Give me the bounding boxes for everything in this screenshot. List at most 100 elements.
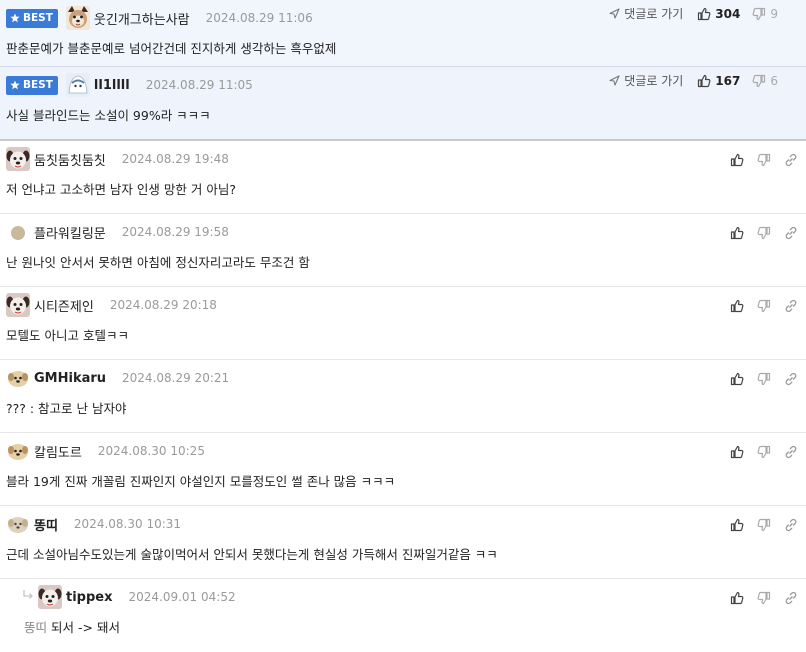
nickname[interactable]: GMHikaru — [34, 371, 106, 386]
nickname[interactable]: tippex — [66, 590, 112, 605]
thumbs-down-icon[interactable] — [757, 518, 771, 532]
nickname[interactable]: ll1llll — [94, 78, 130, 93]
best-actions: 댓글로 가기 167 6 — [609, 72, 778, 89]
thumbs-up-icon — [697, 7, 711, 21]
reply-item: tippex 2024.09.01 04:52 똥띠 되서 -> 돼서 — [0, 579, 806, 652]
like-count: 304 — [715, 6, 741, 21]
nickname[interactable]: 플라워킬링문 — [34, 223, 106, 242]
nickname[interactable]: 웃긴개그하는사람 — [94, 9, 190, 28]
best-actions: 댓글로 가기 304 9 — [609, 5, 778, 22]
comment-header: BEST ll1llll 2024.08.29 11:05 — [6, 73, 253, 97]
like-button[interactable]: 167 — [697, 74, 740, 88]
thumbs-down-icon[interactable] — [757, 445, 771, 459]
nickname[interactable]: 둠칫둠칫둠칫 — [34, 150, 106, 169]
avatar[interactable] — [6, 366, 30, 390]
reply-text: 되서 -> 돼서 — [51, 620, 120, 635]
comment-header: 둠칫둠칫둠칫 2024.08.29 19:48 — [6, 147, 229, 171]
nickname[interactable]: 칼림도르 — [34, 442, 82, 461]
avatar[interactable] — [65, 6, 90, 30]
best-badge-label: BEST — [23, 12, 53, 24]
like-button[interactable]: 304 — [697, 7, 740, 21]
thumbs-up-icon[interactable] — [730, 591, 744, 605]
thumbs-up-icon[interactable] — [730, 445, 744, 459]
avatar[interactable] — [6, 512, 30, 536]
thumbs-up-icon[interactable] — [730, 299, 744, 313]
thumbs-down-icon[interactable] — [757, 226, 771, 240]
link-icon[interactable] — [784, 445, 798, 459]
best-badge-label: BEST — [23, 79, 53, 91]
link-icon[interactable] — [784, 299, 798, 313]
comment-header: 칼림도르 2024.08.30 10:25 — [6, 439, 205, 463]
avatar[interactable] — [65, 73, 90, 97]
avatar[interactable] — [6, 439, 30, 463]
thumbs-up-icon[interactable] — [730, 518, 744, 532]
goto-reply-label: 댓글로 가기 — [624, 74, 684, 88]
link-icon[interactable] — [784, 226, 798, 240]
send-arrow-icon — [609, 75, 620, 86]
comment-header: BEST 웃긴개그하는사람 2024.08.29 11:06 — [6, 6, 313, 30]
thumbs-down-icon — [752, 74, 766, 88]
thumbs-down-icon[interactable] — [757, 591, 771, 605]
comment-header: 똥띠 2024.08.30 10:31 — [6, 512, 181, 536]
comment-actions — [717, 226, 798, 240]
comment-item: 플라워킬링문 2024.08.29 19:58 난 원나잇 안서서 못하면 아침… — [0, 214, 806, 287]
comment-header: 플라워킬링문 2024.08.29 19:58 — [6, 220, 229, 244]
timestamp: 2024.08.29 11:05 — [145, 78, 253, 92]
goto-reply-button[interactable]: 댓글로 가기 — [609, 72, 683, 89]
thumbs-up-icon — [697, 74, 711, 88]
send-arrow-icon — [609, 8, 620, 19]
comment-text: 모텔도 아니고 호텔ㅋㅋ — [6, 328, 129, 343]
comment-item: GMHikaru 2024.08.29 20:21 ??? : 참고로 난 남자… — [0, 360, 806, 433]
comment-header: tippex 2024.09.01 04:52 — [22, 585, 236, 609]
comment-actions — [717, 372, 798, 386]
avatar[interactable] — [6, 147, 30, 171]
comment-header: GMHikaru 2024.08.29 20:21 — [6, 366, 229, 390]
link-icon[interactable] — [784, 591, 798, 605]
comment-text: 근데 소설아님수도있는게 술많이먹어서 안되서 못했다는게 현실성 가득해서 진… — [6, 547, 498, 562]
best-comment: BEST 웃긴개그하는사람 2024.08.29 11:06 댓글로 가기 30… — [0, 0, 806, 67]
comment-text: 블라 19게 진짜 개꼴림 진짜인지 야설인지 모를정도인 썰 존나 많음 ㅋㅋ… — [6, 474, 396, 489]
thumbs-up-icon[interactable] — [730, 226, 744, 240]
thumbs-down-icon[interactable] — [757, 153, 771, 167]
comment-actions — [717, 591, 798, 605]
link-icon[interactable] — [784, 518, 798, 532]
timestamp: 2024.08.29 19:48 — [121, 152, 229, 166]
dislike-count: 9 — [770, 6, 778, 21]
link-icon[interactable] — [784, 153, 798, 167]
reply-arrow-icon — [23, 590, 33, 599]
comment-item: 둠칫둠칫둠칫 2024.08.29 19:48 저 언냐고 고소하면 남자 인생… — [0, 141, 806, 214]
like-count: 167 — [715, 73, 741, 88]
nickname[interactable]: 똥띠 — [34, 515, 58, 534]
dislike-button[interactable]: 6 — [752, 74, 778, 88]
comment-text: 저 언냐고 고소하면 남자 인생 망한 거 아님? — [6, 182, 236, 197]
comment-text: 똥띠 되서 -> 돼서 — [24, 617, 120, 636]
avatar[interactable] — [6, 220, 30, 244]
comment-text: 판춘문예가 블춘문예로 넘어간건데 진지하게 생각하는 흑우없제 — [6, 41, 337, 56]
reply-mention[interactable]: 똥띠 — [24, 620, 47, 635]
comment-text: 사실 블라인드는 소설이 99%라 ㅋㅋㅋ — [6, 108, 211, 123]
link-icon[interactable] — [784, 372, 798, 386]
thumbs-up-icon[interactable] — [730, 372, 744, 386]
avatar[interactable] — [6, 293, 30, 317]
comment-actions — [717, 153, 798, 167]
comment-actions — [717, 299, 798, 313]
goto-reply-button[interactable]: 댓글로 가기 — [609, 5, 683, 22]
timestamp: 2024.09.01 04:52 — [128, 590, 236, 604]
comment-header: 시티즌제인 2024.08.29 20:18 — [6, 293, 217, 317]
thumbs-down-icon[interactable] — [757, 372, 771, 386]
timestamp: 2024.08.29 20:18 — [109, 298, 217, 312]
best-badge: BEST — [6, 8, 58, 28]
thumbs-down-icon — [752, 7, 766, 21]
dislike-button[interactable]: 9 — [752, 7, 778, 21]
nickname[interactable]: 시티즌제인 — [34, 296, 94, 315]
best-comment: BEST ll1llll 2024.08.29 11:05 댓글로 가기 167… — [0, 67, 806, 141]
thumbs-down-icon[interactable] — [757, 299, 771, 313]
thumbs-up-icon[interactable] — [730, 153, 744, 167]
avatar[interactable] — [38, 585, 62, 609]
goto-reply-label: 댓글로 가기 — [624, 7, 684, 21]
timestamp: 2024.08.30 10:31 — [73, 517, 182, 531]
best-badge: BEST — [6, 75, 58, 95]
comment-item: 똥띠 2024.08.30 10:31 근데 소설아님수도있는게 술많이먹어서 … — [0, 506, 806, 579]
dislike-count: 6 — [770, 73, 778, 88]
comment-actions — [717, 445, 798, 459]
